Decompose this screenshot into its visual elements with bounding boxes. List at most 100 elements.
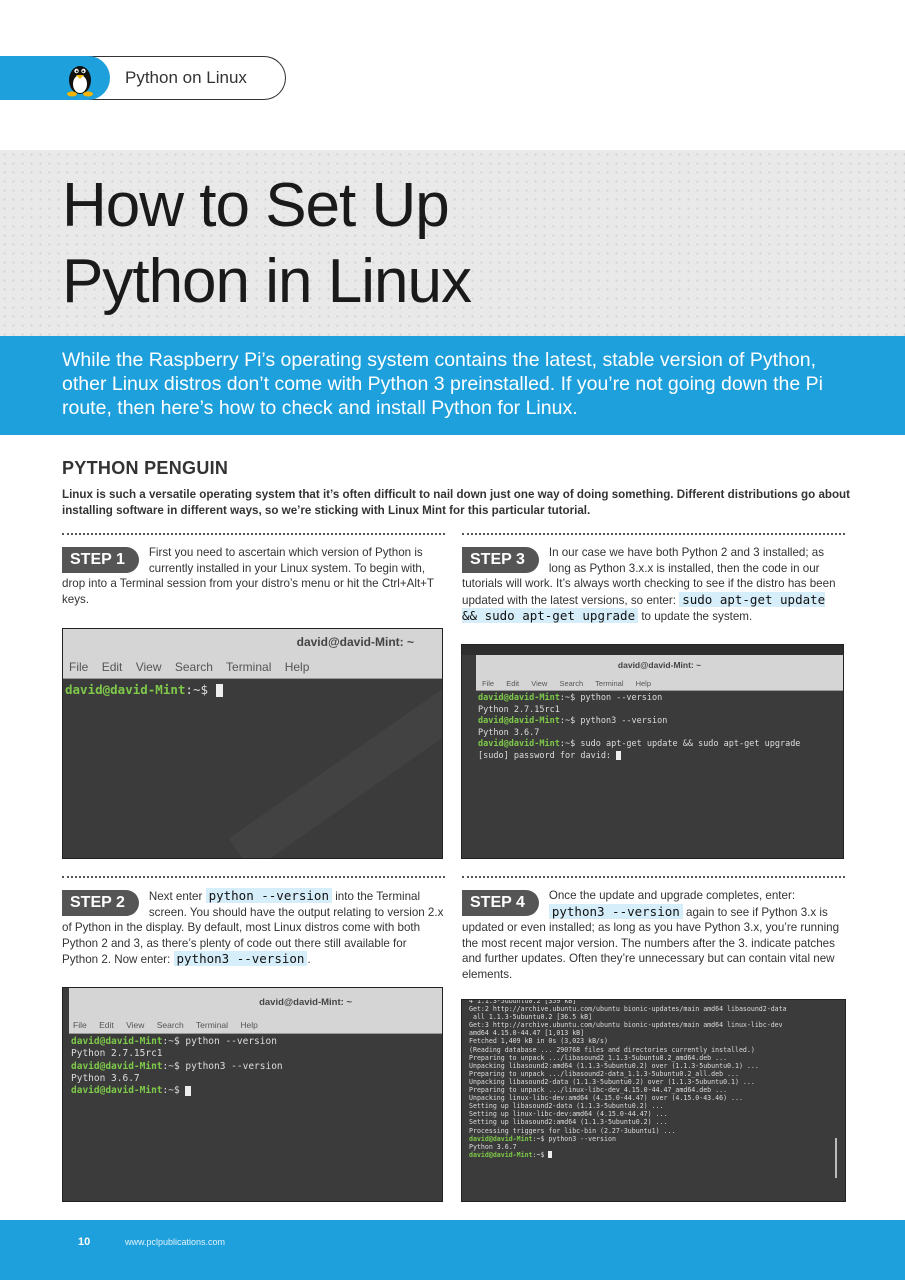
- menu-view[interactable]: View: [531, 679, 547, 688]
- prompt-suffix: :~$: [532, 1150, 549, 1159]
- terminal-menubar: File Edit View Search Terminal Help: [476, 676, 843, 691]
- menu-file[interactable]: File: [482, 679, 494, 688]
- inline-code: python3 --version: [173, 951, 308, 966]
- command: python3 --version: [185, 1060, 283, 1072]
- menu-help[interactable]: Help: [240, 1020, 257, 1030]
- page-number: 10: [78, 1236, 91, 1248]
- prompt-suffix: :~$: [532, 1134, 549, 1143]
- menu-view[interactable]: View: [126, 1020, 144, 1030]
- terminal-line: Processing triggers for libc-bin (2.27-3…: [469, 1126, 676, 1135]
- terminal-body[interactable]: 4 1.1.3-5ubuntu0.2 [359 kB] Get:2 http:/…: [462, 999, 845, 1159]
- title-line-1: How to Set Up: [62, 171, 450, 240]
- menu-help[interactable]: Help: [285, 660, 310, 674]
- step-4: STEP 4 Once the update and upgrade compl…: [462, 888, 846, 982]
- step-text: Next enter: [148, 890, 206, 903]
- prompt-suffix: :~$: [185, 682, 216, 697]
- page-title: How to Set Up Python in Linux: [62, 168, 472, 320]
- step-3: STEP 3 In our case we have both Python 2…: [462, 545, 846, 625]
- cursor: [185, 1085, 192, 1096]
- terminal-prompt: david@david-Mint: [469, 1150, 533, 1159]
- terminal-titlebar: david@david-Mint: ~: [69, 988, 442, 1016]
- terminal-body[interactable]: david@david-Mint:~$: [63, 679, 442, 701]
- terminal-line: Fetched 1,409 kB in 0s (3,023 kB/s): [469, 1037, 608, 1046]
- step-badge: STEP 3: [462, 547, 539, 573]
- menu-file[interactable]: File: [73, 1020, 87, 1030]
- window-shadow: [462, 645, 843, 655]
- terminal-line: 4 1.1.3-5ubuntu0.2 [359 kB]: [469, 999, 577, 1005]
- terminal-prompt: david@david-Mint: [65, 682, 186, 697]
- cursor: [616, 750, 622, 760]
- terminal-line: (Reading database ... 290768 files and d…: [469, 1045, 755, 1054]
- step-badge: STEP 2: [62, 890, 139, 916]
- terminal-prompt: david@david-Mint: [478, 693, 560, 703]
- menu-terminal[interactable]: Terminal: [595, 679, 623, 688]
- output: Python 3.6.7: [71, 1072, 140, 1084]
- step-text: .: [307, 953, 311, 966]
- terminal-line: Setting up linux-libc-dev:amd64 (4.15.0-…: [469, 1110, 668, 1119]
- menu-edit[interactable]: Edit: [506, 679, 519, 688]
- title-line-2: Python in Linux: [62, 247, 472, 316]
- output: Python 2.7.15rc1: [478, 704, 560, 715]
- footer: 10 www.pclpublications.com: [0, 1220, 905, 1280]
- menu-edit[interactable]: Edit: [102, 660, 123, 674]
- terminal-menubar: File Edit View Search Terminal Help: [69, 1016, 442, 1034]
- terminal-body[interactable]: david@david-Mint :~$ python --version Pyt…: [69, 1034, 442, 1099]
- divider: [62, 533, 445, 535]
- menu-search[interactable]: Search: [157, 1020, 184, 1030]
- divider: [62, 876, 445, 878]
- terminal-window-3: david@david-Mint: ~ File Edit View Searc…: [461, 644, 844, 859]
- command: sudo apt-get update && sudo apt-get upgr…: [580, 739, 801, 749]
- prompt-suffix: :~$: [559, 716, 581, 726]
- terminal-window-4: 4 1.1.3-5ubuntu0.2 [359 kB] Get:2 http:/…: [461, 999, 846, 1202]
- menu-terminal[interactable]: Terminal: [196, 1020, 228, 1030]
- menu-search[interactable]: Search: [175, 660, 213, 674]
- terminal-prompt: david@david-Mint: [469, 1134, 533, 1143]
- section-tab-label: Python on Linux: [125, 68, 247, 87]
- step-text: to update the system.: [638, 610, 753, 623]
- divider: [462, 533, 845, 535]
- prompt-suffix: :~$: [162, 1085, 186, 1097]
- terminal-window-2: david@david-Mint: ~ File Edit View Searc…: [62, 987, 443, 1202]
- intro-text: While the Raspberry Pi’s operating syste…: [62, 349, 823, 419]
- terminal-line: Preparing to unpack .../libasound2-data_…: [469, 1069, 739, 1078]
- prompt-suffix: :~$: [162, 1060, 186, 1072]
- command: python3 --version: [580, 716, 668, 726]
- inline-code: python3 --version: [548, 903, 683, 919]
- menu-view[interactable]: View: [136, 660, 162, 674]
- intro-block: While the Raspberry Pi’s operating syste…: [0, 336, 905, 435]
- prompt-suffix: :~$: [559, 693, 581, 703]
- terminal-line: Preparing to unpack .../linux-libc-dev_4…: [469, 1086, 728, 1095]
- command: python --version: [580, 693, 663, 703]
- command: python --version: [185, 1036, 277, 1047]
- menu-terminal[interactable]: Terminal: [226, 660, 271, 674]
- step-1: STEP 1 First you need to ascertain which…: [62, 545, 444, 607]
- terminal-menubar: File Edit View Search Terminal Help: [63, 655, 442, 679]
- scrollbar[interactable]: [835, 1138, 837, 1178]
- output: Python 2.7.15rc1: [71, 1048, 163, 1060]
- terminal-line: Get:3 http://archive.ubuntu.com/ubuntu b…: [469, 1021, 783, 1030]
- cursor: [548, 1151, 553, 1159]
- inline-code: python --version: [205, 888, 332, 903]
- menu-search[interactable]: Search: [559, 679, 583, 688]
- terminal-window-1: david@david-Mint: ~ File Edit View Searc…: [62, 628, 443, 859]
- step-text: Once the update and upgrade completes, e…: [548, 889, 796, 902]
- terminal-line: Get:2 http://archive.ubuntu.com/ubuntu b…: [469, 1005, 787, 1014]
- step-2: STEP 2 Next enter python --version into …: [62, 888, 444, 968]
- output: Python 3.6.7: [469, 1142, 517, 1151]
- menu-file[interactable]: File: [69, 660, 88, 674]
- terminal-prompt: david@david-Mint: [71, 1036, 163, 1047]
- command: python3 --version: [548, 1134, 616, 1143]
- section-intro: Linux is such a versatile operating syst…: [62, 488, 851, 517]
- menu-help[interactable]: Help: [636, 679, 651, 688]
- title-block: How to Set Up Python in Linux: [0, 150, 905, 336]
- menu-edit[interactable]: Edit: [99, 1020, 114, 1030]
- terminal-body[interactable]: david@david-Mint:~$ python --version Pyt…: [476, 691, 843, 764]
- terminal-line: all 1.1.3-5ubuntu0.2 [36.5 kB]: [469, 1013, 593, 1022]
- terminal-prompt: david@david-Mint: [478, 739, 560, 749]
- step-badge: STEP 4: [462, 890, 539, 916]
- step-badge: STEP 1: [62, 547, 139, 573]
- prompt-suffix: :~$: [559, 739, 581, 749]
- section-tab: Python on Linux: [0, 56, 290, 100]
- terminal-line: Preparing to unpack .../libasound2_1.1.3…: [469, 1053, 728, 1062]
- tux-penguin-icon: [67, 66, 93, 97]
